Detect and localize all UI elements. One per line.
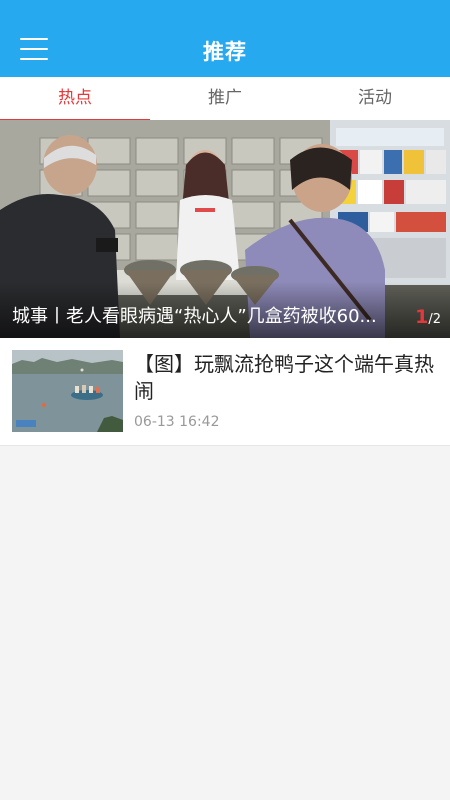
news-thumbnail [12,350,123,432]
banner-caption: 城事丨老人看眼病遇“热心人”几盒药被收60... [12,306,377,327]
tab-activity-label: 活动 [358,88,392,108]
tab-promotion-label: 推广 [208,88,242,108]
banner-current-page: 1 [415,306,429,328]
tab-promotion[interactable]: 推广 [150,77,300,120]
app-header: 推荐 [0,0,450,77]
news-list: 【图】玩飘流抢鸭子这个端午真热闹 06-13 16:42 [0,338,450,446]
banner-page-indicator: 1/2 [415,306,441,328]
tab-hot[interactable]: 热点 [0,77,150,121]
tab-activity[interactable]: 活动 [300,77,450,120]
banner-total-pages: /2 [428,312,441,327]
banner-carousel[interactable]: 城事丨老人看眼病遇“热心人”几盒药被收60... 1/2 [0,120,450,338]
tab-hot-label: 热点 [58,88,92,108]
tab-bar: 热点 推广 活动 [0,77,450,121]
news-title: 【图】玩飘流抢鸭子这个端午真热闹 [134,352,434,403]
news-timestamp: 06-13 16:42 [134,414,220,430]
page-title: 推荐 [203,40,247,64]
